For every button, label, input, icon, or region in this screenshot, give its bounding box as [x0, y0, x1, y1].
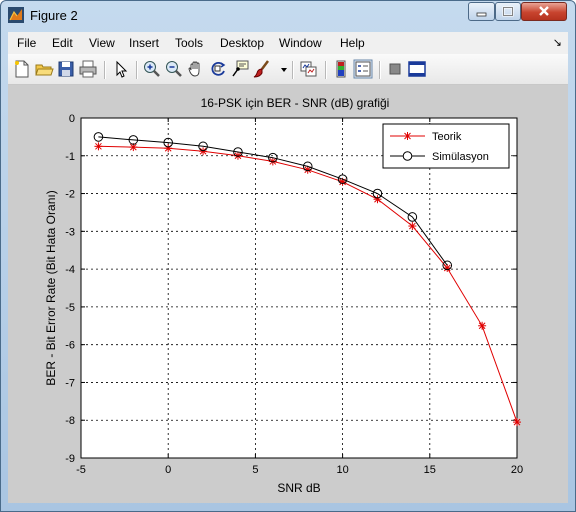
- series-teorik-point: [478, 321, 487, 330]
- minimize-icon: [476, 12, 486, 17]
- menu-tools[interactable]: Tools: [175, 36, 203, 50]
- y-tick-label: -1: [65, 151, 75, 163]
- y-tick-label: -8: [65, 415, 75, 427]
- x-axis-label: SNR dB: [277, 481, 320, 495]
- y-tick-label: -7: [65, 377, 75, 389]
- series-teorik-point: [94, 142, 103, 151]
- y-tick-label: -5: [65, 302, 75, 314]
- close-button[interactable]: [521, 2, 567, 21]
- figure-canvas: 16-PSK için BER - SNR (dB) grafiği -5 0 5 1…: [8, 85, 568, 503]
- y-tick-label: -4: [65, 264, 75, 276]
- maximize-icon: [502, 6, 514, 17]
- data-cursor-icon[interactable]: [230, 59, 250, 79]
- menu-file[interactable]: File: [17, 36, 36, 50]
- link-plot-icon[interactable]: [299, 59, 319, 79]
- x-tick-label: 0: [165, 464, 171, 476]
- dock-arrow-icon[interactable]: ↘: [553, 36, 562, 49]
- colorbar-icon[interactable]: [331, 59, 351, 79]
- y-tick-label: 0: [69, 113, 75, 125]
- hide-plot-tools-icon[interactable]: [385, 59, 405, 79]
- legend[interactable]: Teorik Simülasyon: [382, 123, 510, 169]
- show-plot-tools-icon[interactable]: [407, 59, 427, 79]
- close-icon: [539, 6, 549, 16]
- menu-help[interactable]: Help: [340, 36, 365, 50]
- x-tick-label: 20: [511, 464, 523, 476]
- y-tick-label: -3: [65, 226, 75, 238]
- legend-teorik-marker: [403, 132, 412, 140]
- brush-icon[interactable]: [252, 59, 272, 79]
- print-icon[interactable]: [78, 59, 98, 79]
- edit-plot-arrow-icon[interactable]: [111, 59, 131, 79]
- x-tick-label: 5: [252, 464, 258, 476]
- maximize-button[interactable]: [495, 2, 521, 21]
- zoom-in-icon[interactable]: [142, 59, 162, 79]
- menu-view[interactable]: View: [89, 36, 115, 50]
- legend-teorik-label: Teorik: [432, 131, 462, 143]
- series-teorik-point: [408, 222, 417, 231]
- open-file-icon[interactable]: [34, 59, 54, 79]
- menu-window[interactable]: Window: [279, 36, 322, 50]
- chart-title: 16-PSK için BER - SNR (dB) grafiği: [201, 96, 390, 110]
- menu-insert[interactable]: Insert: [129, 36, 159, 50]
- title-bar[interactable]: Figure 2: [1, 1, 575, 31]
- menu-bar: File Edit View Insert Tools Desktop Wind…: [8, 32, 568, 54]
- y-tick-label: -9: [65, 453, 75, 465]
- ber-snr-chart[interactable]: 16-PSK için BER - SNR (dB) grafiği -5 0 5 1…: [8, 85, 568, 503]
- figure-toolbar: [8, 54, 568, 85]
- menu-edit[interactable]: Edit: [52, 36, 73, 50]
- pan-hand-icon[interactable]: [186, 59, 206, 79]
- legend-simulasyon-label: Simülasyon: [432, 151, 489, 163]
- x-tick-label: 10: [336, 464, 348, 476]
- minimize-button[interactable]: [468, 2, 495, 21]
- legend-simulasyon-marker: [402, 151, 413, 161]
- figure-window: Figure 2 File Edit View Insert Tools Des…: [0, 0, 576, 512]
- x-tick-label: -5: [76, 464, 86, 476]
- y-axis-label: BER - Bit Error Rate (Bit Hata Oranı): [44, 190, 58, 385]
- zoom-out-icon[interactable]: [164, 59, 184, 79]
- matlab-figure-icon: [8, 7, 24, 23]
- series-teorik-point: [513, 418, 521, 427]
- save-icon[interactable]: [56, 59, 76, 79]
- y-tick-label: -6: [65, 340, 75, 352]
- menu-desktop[interactable]: Desktop: [220, 36, 264, 50]
- brush-dropdown-icon[interactable]: [274, 59, 287, 79]
- y-tick-label: -2: [65, 189, 75, 201]
- x-tick-label: 15: [424, 464, 436, 476]
- axes-background: [81, 118, 517, 458]
- series-teorik-point: [199, 147, 208, 156]
- window-title: Figure 2: [30, 8, 78, 23]
- new-figure-icon[interactable]: [12, 59, 32, 79]
- rotate-3d-icon[interactable]: [208, 59, 228, 79]
- legend-icon[interactable]: [353, 59, 373, 79]
